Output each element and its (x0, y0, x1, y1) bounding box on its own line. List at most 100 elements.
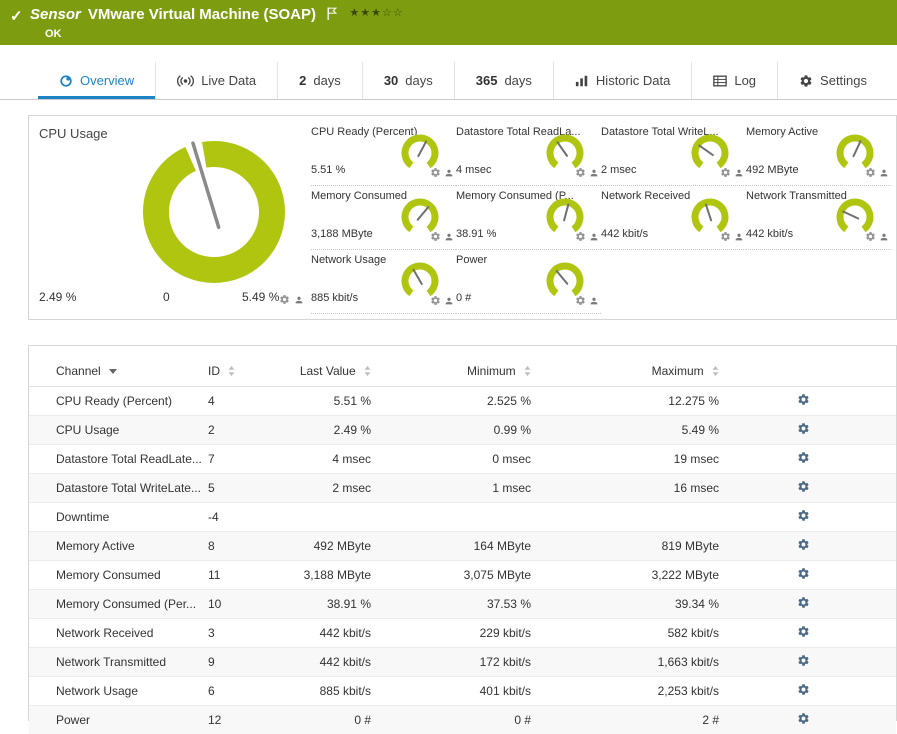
table-row[interactable]: Datastore Total WriteLate... 5 2 msec 1 … (29, 473, 896, 502)
table-row[interactable]: Network Usage 6 885 kbit/s 401 kbit/s 2,… (29, 676, 896, 705)
cpu-usage-gauge[interactable] (129, 130, 299, 295)
channel-settings-icon[interactable] (797, 422, 810, 435)
mini-gauge-cell[interactable]: Power 0 # (456, 250, 601, 314)
cell-id: 4 (208, 394, 215, 408)
gear-icon[interactable] (430, 167, 441, 178)
mini-gauge-cell[interactable]: Memory Active 492 MByte (746, 122, 891, 186)
gear-icon[interactable] (430, 295, 441, 306)
user-icon[interactable] (444, 296, 454, 306)
cell-channel: CPU Ready (Percent) (56, 394, 173, 408)
user-icon[interactable] (879, 232, 889, 242)
cell-minimum: 0.99 % (493, 423, 531, 437)
tab-365-days[interactable]: 365 days (453, 62, 553, 99)
gear-icon[interactable] (720, 231, 731, 242)
table-row[interactable]: Datastore Total ReadLate... 7 4 msec 0 m… (29, 444, 896, 473)
tab-settings[interactable]: Settings (777, 62, 888, 99)
column-header-minimum[interactable]: Minimum (371, 364, 531, 378)
gear-icon[interactable] (865, 167, 876, 178)
mini-gauge-title: Network Transmitted (746, 190, 847, 202)
table-row[interactable]: CPU Usage 2 2.49 % 0.99 % 5.49 % (29, 415, 896, 444)
mini-gauge-cell[interactable]: Network Transmitted 442 kbit/s (746, 186, 891, 250)
user-icon[interactable] (734, 232, 744, 242)
table-row[interactable]: Memory Active 8 492 MByte 164 MByte 819 … (29, 531, 896, 560)
historic-data-icon (575, 75, 588, 86)
table-row[interactable]: Memory Consumed 11 3,188 MByte 3,075 MBy… (29, 560, 896, 589)
mini-gauge-cell[interactable]: Network Received 442 kbit/s (601, 186, 746, 250)
user-icon[interactable] (589, 296, 599, 306)
gear-icon[interactable] (865, 231, 876, 242)
tab-30-days[interactable]: 30 days (361, 62, 454, 99)
user-icon[interactable] (734, 168, 744, 178)
cell-channel: Memory Consumed (Per... (56, 597, 197, 611)
mini-gauge-title: Network Usage (311, 254, 387, 266)
channel-settings-icon[interactable] (797, 451, 810, 464)
mini-gauge-cell[interactable]: Network Usage 885 kbit/s (311, 250, 456, 314)
mini-gauge-cell[interactable]: Memory Consumed 3,188 MByte (311, 186, 456, 250)
tab-label: days (405, 73, 433, 88)
mini-gauge-value: 442 kbit/s (746, 228, 794, 240)
user-icon[interactable] (444, 232, 454, 242)
mini-gauge-title: Memory Consumed (311, 190, 407, 202)
column-header-last-value[interactable]: Last Value (296, 364, 371, 378)
cell-maximum: 16 msec (673, 481, 719, 495)
tab-log[interactable]: Log (691, 62, 777, 99)
mini-gauge-title: Network Received (601, 190, 691, 202)
channel-settings-icon[interactable] (797, 654, 810, 667)
table-row[interactable]: Network Transmitted 9 442 kbit/s 172 kbi… (29, 647, 896, 676)
mini-gauge-cell[interactable]: CPU Ready (Percent) 5.51 % (311, 122, 456, 186)
table-row[interactable]: Downtime -4 (29, 502, 896, 531)
user-icon[interactable] (879, 168, 889, 178)
sensor-header-bar: ✓ Sensor VMware Virtual Machine (SOAP) ★★… (0, 0, 897, 45)
priority-flag-icon[interactable] (327, 7, 338, 20)
live-data-icon (177, 74, 195, 87)
user-icon[interactable] (589, 168, 599, 178)
gear-icon[interactable] (575, 231, 586, 242)
gear-icon[interactable] (575, 295, 586, 306)
table-row[interactable]: Memory Consumed (Per... 10 38.91 % 37.53… (29, 589, 896, 618)
cell-id: 9 (208, 655, 215, 669)
channel-settings-icon[interactable] (797, 625, 810, 638)
channel-settings-icon[interactable] (797, 596, 810, 609)
user-icon[interactable] (294, 295, 304, 305)
channel-settings-icon[interactable] (797, 480, 810, 493)
gear-icon[interactable] (430, 231, 441, 242)
column-header-maximum[interactable]: Maximum (531, 364, 719, 378)
channel-settings-icon[interactable] (797, 683, 810, 696)
channel-settings-icon[interactable] (797, 712, 810, 725)
channel-settings-icon[interactable] (797, 567, 810, 580)
tab-historic-data[interactable]: Historic Data (552, 62, 691, 99)
mini-gauge-cell[interactable]: Datastore Total WriteL... 2 msec (601, 122, 746, 186)
column-header-id[interactable]: ID (206, 364, 296, 378)
gear-icon[interactable] (720, 167, 731, 178)
column-header-channel[interactable]: Channel (29, 364, 206, 378)
user-icon[interactable] (444, 168, 454, 178)
tab-2-days[interactable]: 2 days (277, 62, 362, 99)
gear-icon[interactable] (575, 167, 586, 178)
gear-icon (799, 74, 813, 88)
user-icon[interactable] (589, 232, 599, 242)
cell-channel: Memory Active (56, 539, 135, 553)
cell-minimum: 0 msec (492, 452, 531, 466)
mini-gauge-cell[interactable]: Memory Consumed (P... 38.91 % (456, 186, 601, 250)
tab-overview[interactable]: Overview (38, 62, 155, 99)
tab-number: 2 (299, 73, 307, 88)
gear-icon[interactable] (279, 294, 290, 305)
star-icon[interactable]: ★ (360, 7, 371, 19)
tab-live-data[interactable]: Live Data (155, 62, 277, 99)
cell-last-value: 442 kbit/s (319, 626, 371, 640)
channel-settings-icon[interactable] (797, 393, 810, 406)
star-icon[interactable]: ☆ (393, 7, 404, 19)
star-icon[interactable]: ★ (349, 7, 360, 19)
mini-gauge-value: 2 msec (601, 164, 637, 176)
star-icon[interactable]: ★ (371, 7, 382, 19)
big-gauge-max-label: 5.49 % (242, 290, 280, 304)
mini-gauge-title: Memory Active (746, 126, 819, 138)
channel-settings-icon[interactable] (797, 509, 810, 522)
channel-settings-icon[interactable] (797, 538, 810, 551)
table-row[interactable]: Power 12 0 # 0 # 2 # (29, 705, 896, 734)
table-row[interactable]: Network Received 3 442 kbit/s 229 kbit/s… (29, 618, 896, 647)
star-icon[interactable]: ☆ (382, 7, 393, 19)
table-row[interactable]: CPU Ready (Percent) 4 5.51 % 2.525 % 12.… (29, 387, 896, 415)
mini-gauge-cell[interactable]: Datastore Total ReadLa... 4 msec (456, 122, 601, 186)
star-rating[interactable]: ★★★☆☆ (349, 7, 403, 19)
